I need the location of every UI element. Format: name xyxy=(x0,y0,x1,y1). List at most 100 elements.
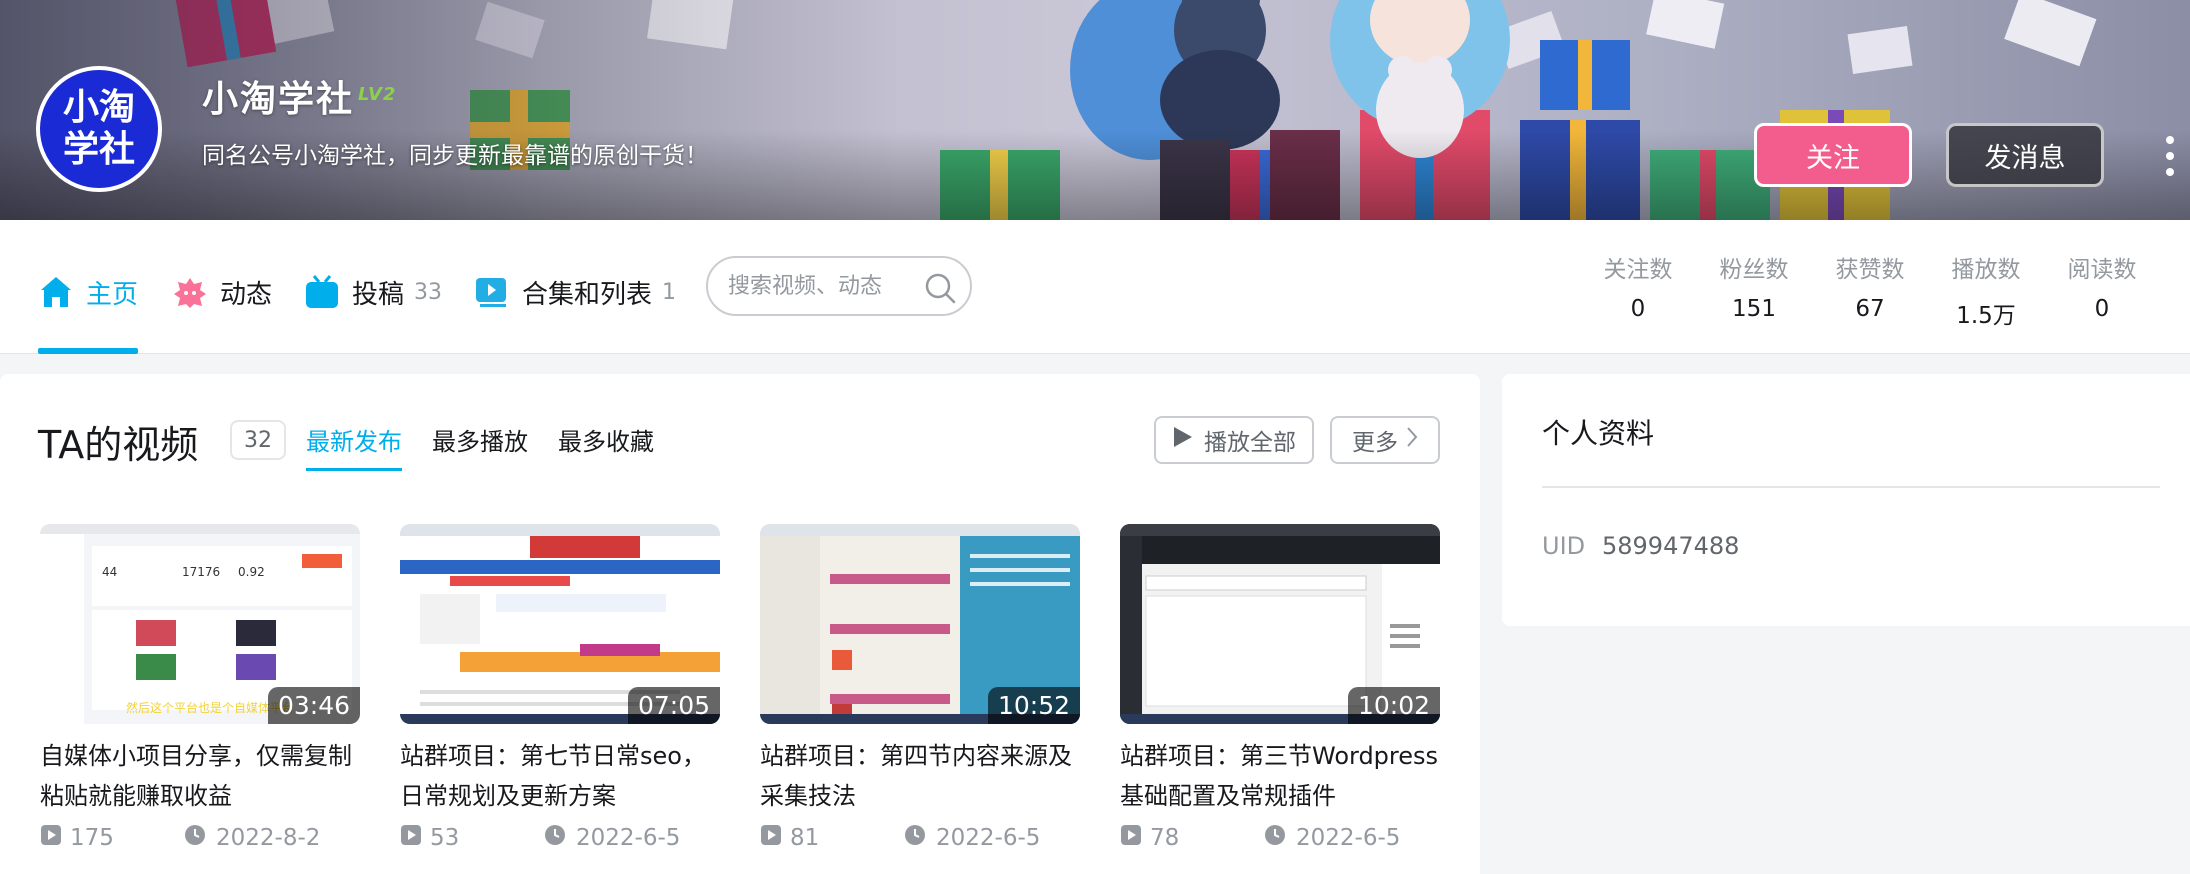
video-card[interactable]: 10:02 站群项目：第三节Wordpress基础配置及常规插件 78 2022… xyxy=(1120,524,1440,852)
play-count-icon xyxy=(760,824,782,852)
play-count-icon xyxy=(400,824,422,852)
tab-home-label: 主页 xyxy=(86,279,139,310)
play-all-label: 播放全部 xyxy=(1204,430,1296,456)
dynamic-icon xyxy=(172,274,208,310)
video-title[interactable]: 站群项目：第七节日常seo，日常规划及更新方案 xyxy=(400,736,720,816)
uid-value: 589947488 xyxy=(1602,532,1740,560)
collection-icon xyxy=(474,274,510,310)
uid-label: UID xyxy=(1542,532,1586,560)
clock-icon xyxy=(904,824,926,852)
video-meta: 53 2022-6-5 xyxy=(400,824,720,852)
video-title[interactable]: 站群项目：第四节内容来源及采集技法 xyxy=(760,736,1080,816)
tab-dynamic-label: 动态 xyxy=(220,279,273,310)
video-meta: 78 2022-6-5 xyxy=(1120,824,1440,852)
video-date: 2022-8-2 xyxy=(216,825,321,851)
play-icon xyxy=(1172,425,1194,455)
more-label: 更多 xyxy=(1352,430,1398,456)
stat-plays-label: 播放数 xyxy=(1951,257,2021,283)
video-date: 2022-6-5 xyxy=(576,825,681,851)
video-thumbnail[interactable]: 10:52 xyxy=(760,524,1080,724)
video-date: 2022-6-5 xyxy=(1296,825,1401,851)
stat-likes: 获赞数 67 xyxy=(1820,250,1920,322)
tab-uploads-label: 投稿 xyxy=(352,279,405,310)
avatar[interactable]: 小淘 学社 xyxy=(36,66,162,192)
space-search xyxy=(706,256,972,316)
stat-following[interactable]: 关注数 0 xyxy=(1588,250,1688,322)
video-thumbnail[interactable]: 07:05 xyxy=(400,524,720,724)
play-all-button[interactable]: 播放全部 xyxy=(1154,416,1314,464)
stat-reads: 阅读数 0 xyxy=(2052,250,2152,322)
level-badge: LV2 xyxy=(358,84,397,105)
tab-active-indicator xyxy=(38,348,138,354)
follow-button[interactable]: 关注 xyxy=(1754,123,1912,187)
video-meta: 81 2022-6-5 xyxy=(760,824,1080,852)
video-count-badge: 32 xyxy=(230,420,286,460)
svg-text:0.92: 0.92 xyxy=(238,565,265,579)
stat-following-label: 关注数 xyxy=(1603,257,1673,283)
tab-uploads[interactable]: 投稿 33 xyxy=(304,272,442,312)
video-duration: 07:05 xyxy=(627,687,720,724)
search-icon[interactable] xyxy=(924,272,956,304)
play-count-icon xyxy=(40,824,62,852)
tab-collections-count: 1 xyxy=(662,279,677,305)
svg-text:44: 44 xyxy=(102,565,117,579)
more-options-icon[interactable] xyxy=(2162,136,2178,176)
video-card[interactable]: 44 17176 0.92 然后这个平台也是个自媒体平台 03:46 自媒体小项… xyxy=(40,524,360,852)
sort-most-favorited[interactable]: 最多收藏 xyxy=(558,422,654,457)
more-button[interactable]: 更多 xyxy=(1330,416,1440,464)
stat-reads-value: 0 xyxy=(2094,296,2110,322)
video-date: 2022-6-5 xyxy=(936,825,1041,851)
video-title[interactable]: 站群项目：第三节Wordpress基础配置及常规插件 xyxy=(1120,736,1440,816)
stat-likes-value: 67 xyxy=(1855,296,1885,322)
video-play-count: 175 xyxy=(70,825,114,851)
stat-fans-label: 粉丝数 xyxy=(1719,257,1789,283)
clock-icon xyxy=(544,824,566,852)
video-duration: 03:46 xyxy=(267,687,360,724)
sort-latest[interactable]: 最新发布 xyxy=(306,422,402,457)
video-duration: 10:52 xyxy=(987,687,1080,724)
stat-plays: 播放数 1.5万 xyxy=(1936,250,2036,330)
search-input[interactable] xyxy=(728,273,918,299)
stat-fans-value: 151 xyxy=(1732,296,1776,322)
svg-text:17176: 17176 xyxy=(182,565,220,579)
video-card[interactable]: 07:05 站群项目：第七节日常seo，日常规划及更新方案 53 2022-6-… xyxy=(400,524,720,852)
divider xyxy=(1542,486,2160,488)
video-duration: 10:02 xyxy=(1347,687,1440,724)
video-play-count: 81 xyxy=(790,825,820,851)
avatar-text-line1: 小淘 xyxy=(62,87,135,128)
profile-info-title: 个人资料 xyxy=(1542,417,1655,450)
stat-likes-label: 获赞数 xyxy=(1835,257,1905,283)
clock-icon xyxy=(1264,824,1286,852)
stat-following-value: 0 xyxy=(1630,296,1646,322)
profile-banner: 小淘 学社 小淘学社 LV2 同名公号小淘学社，同步更新最靠谱的原创干货！ 关注… xyxy=(0,0,2190,220)
stat-plays-value: 1.5万 xyxy=(1956,303,2016,329)
tab-home[interactable]: 主页 xyxy=(38,272,138,312)
video-card[interactable]: 10:52 站群项目：第四节内容来源及采集技法 81 2022-6-5 xyxy=(760,524,1080,852)
chevron-right-icon xyxy=(1406,426,1418,454)
video-thumbnail[interactable]: 44 17176 0.92 然后这个平台也是个自媒体平台 03:46 xyxy=(40,524,360,724)
section-title[interactable]: TA的视频 xyxy=(38,414,198,469)
tab-uploads-count: 33 xyxy=(414,279,443,305)
profile-info-card: 个人资料 UID 589947488 xyxy=(1502,374,2190,626)
play-count-icon xyxy=(1120,824,1142,852)
clock-icon xyxy=(184,824,206,852)
video-title[interactable]: 自媒体小项目分享，仅需复制粘贴就能赚取收益 xyxy=(40,736,360,816)
video-play-count: 78 xyxy=(1150,825,1180,851)
tab-dynamic[interactable]: 动态 xyxy=(172,272,272,312)
tab-collections-label: 合集和列表 xyxy=(522,279,653,310)
stat-fans[interactable]: 粉丝数 151 xyxy=(1704,250,1804,322)
video-thumbnail[interactable]: 10:02 xyxy=(1120,524,1440,724)
sort-most-played[interactable]: 最多播放 xyxy=(432,422,528,457)
upload-tv-icon xyxy=(304,274,340,310)
video-play-count: 53 xyxy=(430,825,460,851)
videos-section: TA的视频 32 最新发布 最多播放 最多收藏 播放全部 更多 44 17176… xyxy=(0,374,1480,874)
sort-active-indicator xyxy=(306,468,402,471)
user-name: 小淘学社 xyxy=(202,79,355,120)
message-button[interactable]: 发消息 xyxy=(1946,123,2104,187)
user-sign: 同名公号小淘学社，同步更新最靠谱的原创干货！ xyxy=(202,143,708,169)
avatar-text-line2: 学社 xyxy=(62,129,135,170)
video-meta: 175 2022-8-2 xyxy=(40,824,360,852)
space-nav: 主页 动态 投稿 33 合集和列表 1 关注数 0 粉丝数 151 获赞数 xyxy=(0,220,2190,354)
home-icon xyxy=(38,274,74,310)
tab-collections[interactable]: 合集和列表 1 xyxy=(474,272,676,312)
